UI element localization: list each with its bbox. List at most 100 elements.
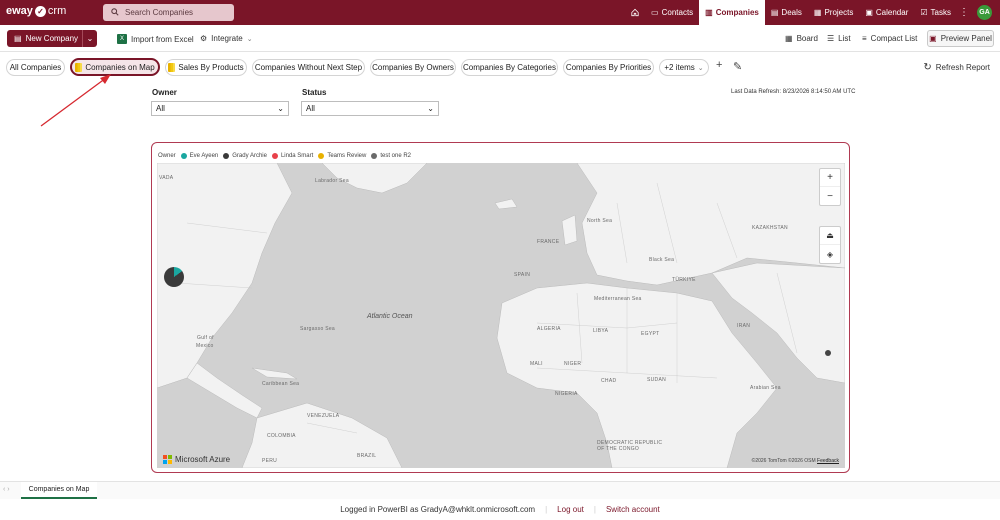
- tab-label: Sales By Products: [178, 63, 244, 72]
- switch-account-link[interactable]: Switch account: [606, 505, 660, 514]
- page-tab-companies-on-map[interactable]: Companies on Map: [21, 482, 97, 499]
- tab-more-items[interactable]: +2 items ⌄: [659, 59, 709, 76]
- map-label-kazakhstan: KAZAKHSTAN: [752, 225, 788, 231]
- map-label-gulf2: Mexico: [196, 343, 214, 349]
- deals-icon: ▤: [770, 8, 779, 17]
- tab-companies-by-owners[interactable]: Companies By Owners: [370, 59, 456, 76]
- map-label-france: FRANCE: [537, 239, 560, 245]
- map-visual[interactable]: Owner Eve Ayeen Grady Archie Linda Smart…: [151, 142, 850, 473]
- preview-panel-button[interactable]: ▣ Preview Panel: [927, 30, 994, 47]
- nav-calendar[interactable]: ▣ Calendar: [859, 0, 914, 25]
- tab-companies-by-categories[interactable]: Companies By Categories: [461, 59, 558, 76]
- nav-contacts[interactable]: ▭ Contacts: [645, 0, 699, 25]
- compass-icon[interactable]: ◈: [820, 245, 840, 263]
- footer: Logged in PowerBI as GradyA@whklt.onmicr…: [0, 499, 1000, 520]
- legend-item[interactable]: Teams Review: [327, 153, 366, 159]
- zoom-in-icon[interactable]: +: [820, 169, 840, 187]
- add-icon[interactable]: +: [716, 59, 722, 71]
- tilt-icon[interactable]: ⏏: [820, 227, 840, 245]
- tab-label: Companies Without Next Step: [254, 63, 363, 72]
- board-label: Board: [796, 34, 818, 43]
- nav-contacts-label: Contacts: [661, 8, 694, 17]
- preview-panel-label: Preview Panel: [940, 34, 992, 43]
- map-land-shapes: [157, 163, 845, 468]
- map-label-colombia: COLOMBIA: [267, 433, 296, 439]
- nav-deals[interactable]: ▤ Deals: [765, 0, 808, 25]
- map-label-egypt: EGYPT: [641, 331, 660, 337]
- avatar[interactable]: GA: [977, 5, 992, 20]
- main-nav: ▭ Contacts ▥ Companies ▤ Deals ▦ Project…: [625, 0, 1000, 25]
- owner-filter-select[interactable]: All ⌄: [151, 101, 289, 116]
- edit-icon[interactable]: ✎: [733, 60, 742, 73]
- legend-dot: [223, 153, 230, 159]
- tab-label: Companies By Categories: [463, 63, 556, 72]
- microsoft-azure-logo: Microsoft Azure: [163, 455, 230, 464]
- map-label-brazil: BRAZIL: [357, 453, 377, 459]
- compact-list-button[interactable]: ≡ Compact List: [862, 34, 917, 43]
- projects-icon: ▦: [813, 8, 822, 17]
- annotation-arrow: [40, 74, 111, 127]
- preview-panel-icon: ▣: [929, 34, 937, 43]
- nav-companies[interactable]: ▥ Companies: [699, 0, 765, 25]
- map-credit-text: ©2026 TomTom ©2026 OSM: [751, 458, 816, 464]
- logout-link[interactable]: Log out: [557, 505, 584, 514]
- map-label-caribbean: Caribbean Sea: [262, 381, 300, 387]
- map-feedback-link[interactable]: Feedback: [817, 458, 839, 464]
- map-label-peru: PERU: [262, 458, 278, 464]
- tab-companies-by-priorities[interactable]: Companies By Priorities: [563, 59, 654, 76]
- legend-dot: [371, 153, 378, 159]
- status-filter-select[interactable]: All ⌄: [301, 101, 439, 116]
- legend-item[interactable]: Grady Archie: [232, 153, 267, 159]
- legend-dot: [271, 153, 278, 159]
- map-pie-marker[interactable]: [164, 267, 184, 287]
- legend-item[interactable]: Eve Ayeen: [190, 153, 219, 159]
- map-label-gulf1: Gulf of: [197, 335, 214, 341]
- map-label-arabian: Arabian Sea: [750, 385, 781, 391]
- board-icon: ▦: [785, 34, 793, 43]
- map-label-nadia: VADA: [159, 175, 174, 181]
- calendar-icon: ▣: [865, 8, 873, 17]
- more-menu-icon[interactable]: ⋮: [957, 0, 971, 25]
- tab-companies-without-next-step[interactable]: Companies Without Next Step: [252, 59, 365, 76]
- map-point-marker[interactable]: [825, 350, 831, 356]
- legend-item[interactable]: test one R2: [380, 153, 411, 159]
- integrate-label: Integrate: [211, 34, 243, 43]
- tab-sales-by-products[interactable]: Sales By Products: [165, 59, 247, 76]
- legend-dot: [318, 153, 325, 159]
- map-canvas[interactable]: Atlantic Ocean Labrador Sea Sargasso Sea…: [157, 163, 845, 468]
- list-view-button[interactable]: ☰ List: [827, 34, 851, 43]
- map-label-mediterranean: Mediterranean Sea: [594, 296, 642, 302]
- map-label-venezuela: VENEZUELA: [307, 413, 340, 419]
- map-label-iran: IRAN: [737, 323, 751, 329]
- home-icon[interactable]: [625, 0, 645, 25]
- map-label-labrador: Labrador Sea: [315, 178, 349, 184]
- azure-brand-text: Microsoft Azure: [175, 455, 231, 464]
- refresh-report-label: Refresh Report: [935, 63, 990, 72]
- board-view-button[interactable]: ▦ Board: [785, 34, 818, 43]
- companies-icon: ▥: [705, 8, 713, 17]
- tab-label: Companies By Priorities: [565, 63, 652, 72]
- map-label-niger: NIGER: [564, 361, 582, 367]
- page-nav-arrows-icon[interactable]: ‹ ›: [3, 486, 10, 493]
- owner-filter-value: All: [156, 104, 165, 113]
- nav-tasks[interactable]: ☑ Tasks: [914, 0, 957, 25]
- map-label-nigeria: NIGERIA: [555, 391, 578, 397]
- tab-label: Companies By Owners: [372, 63, 454, 72]
- microsoft-logo-icon: [163, 455, 172, 464]
- integrate-icon: ⚙: [200, 34, 208, 43]
- map-label-sargasso: Sargasso Sea: [300, 326, 336, 332]
- refresh-report-button[interactable]: ↻ Refresh Report: [923, 62, 990, 73]
- legend-item[interactable]: Linda Smart: [281, 153, 313, 159]
- nav-calendar-label: Calendar: [875, 8, 909, 17]
- map-label-black-sea: Black Sea: [649, 257, 675, 263]
- tasks-icon: ☑: [920, 8, 928, 17]
- nav-projects[interactable]: ▦ Projects: [808, 0, 859, 25]
- map-label-mali: MALI: [530, 361, 543, 367]
- view-controls: ⏏ ◈: [819, 226, 841, 264]
- list-icon: ☰: [827, 34, 835, 43]
- integrate-button[interactable]: ⚙ Integrate ⌄: [200, 34, 253, 43]
- status-filter-value: All: [306, 104, 315, 113]
- chevron-down-icon: ⌄: [697, 64, 704, 72]
- zoom-out-icon[interactable]: −: [820, 187, 840, 205]
- zoom-controls: + −: [819, 168, 841, 206]
